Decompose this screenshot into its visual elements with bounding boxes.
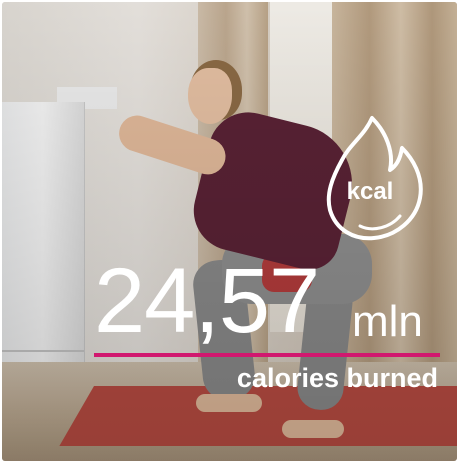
stat-value: 24,57: [94, 250, 320, 352]
stat-caption: calories burned: [236, 363, 438, 393]
accent-underline: [94, 353, 440, 357]
stat-card: kcal 24,57 mln calories burned: [2, 2, 457, 461]
kcal-label: kcal: [346, 178, 394, 205]
stat-unit: mln: [352, 297, 423, 346]
